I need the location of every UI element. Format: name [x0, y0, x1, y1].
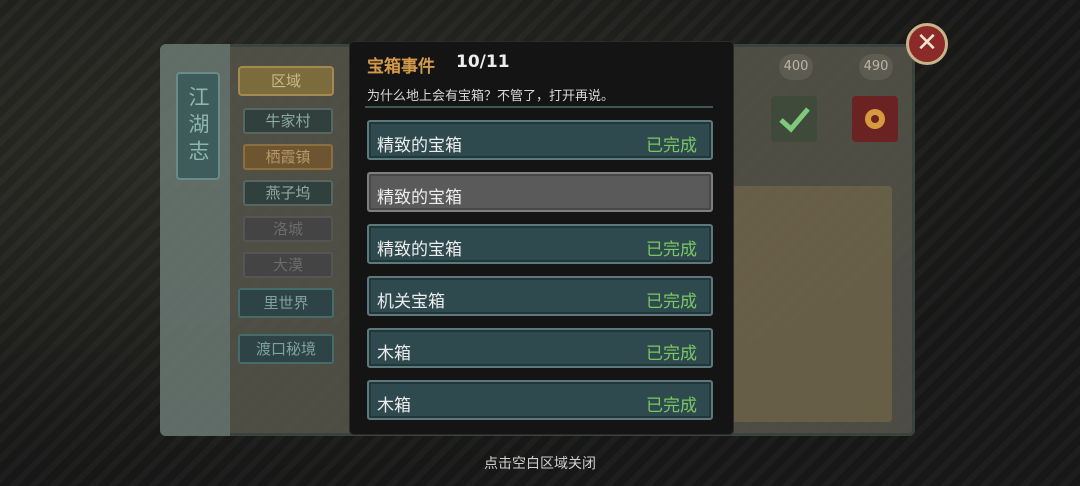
chest-event-modal: 宝箱事件 10/11 为什么地上会有宝箱？不管了，打开再说。 精致的宝箱 已完成… — [350, 42, 733, 434]
journal-title: 江湖志 — [176, 72, 220, 180]
reward-slot — [852, 96, 898, 142]
chest-status: 已完成 — [646, 396, 697, 416]
chest-name: 精致的宝箱 — [377, 188, 462, 208]
chest-status: 已完成 — [646, 136, 697, 156]
chest-row[interactable]: 木箱 已完成 — [367, 328, 713, 368]
chest-row[interactable]: 精致的宝箱 已完成 — [367, 224, 713, 264]
modal-title: 宝箱事件 — [367, 57, 435, 77]
chest-status: 已完成 — [646, 292, 697, 312]
chest-name: 精致的宝箱 — [377, 136, 462, 156]
close-icon: ✕ — [916, 28, 938, 58]
chest-name: 精致的宝箱 — [377, 240, 462, 260]
region-list: 区域 牛家村 栖霞镇 燕子坞 洛城 大漠 里世界 渡口秘境 — [238, 66, 334, 374]
chest-status: 已完成 — [646, 240, 697, 260]
progress-count: 10/11 — [456, 52, 510, 72]
chest-row[interactable]: 精致的宝箱 已完成 — [367, 120, 713, 160]
chest-row[interactable]: 机关宝箱 已完成 — [367, 276, 713, 316]
region-header: 区域 — [238, 66, 334, 96]
close-hint: 点击空白区域关闭 — [484, 456, 596, 472]
chest-name: 木箱 — [377, 344, 411, 364]
modal-description: 为什么地上会有宝箱？不管了，打开再说。 — [367, 89, 615, 104]
region-item[interactable]: 燕子坞 — [243, 180, 333, 206]
chest-name: 木箱 — [377, 396, 411, 416]
chest-name: 机关宝箱 — [377, 292, 445, 312]
score-badge: 490 — [859, 54, 893, 80]
region-item[interactable]: 栖霞镇 — [243, 144, 333, 170]
chest-row[interactable]: 木箱 已完成 — [367, 380, 713, 420]
chest-status: 已完成 — [646, 344, 697, 364]
reward-slot — [771, 96, 817, 142]
checkmark-icon — [779, 107, 810, 133]
divider — [365, 106, 713, 108]
region-item[interactable]: 洛城 — [243, 216, 333, 242]
region-item-special[interactable]: 渡口秘境 — [238, 334, 334, 364]
score-badge: 400 — [779, 54, 813, 80]
region-item[interactable]: 牛家村 — [243, 108, 333, 134]
region-item[interactable]: 大漠 — [243, 252, 333, 278]
region-map — [732, 186, 892, 422]
region-item-special[interactable]: 里世界 — [238, 288, 334, 318]
chest-row[interactable]: 精致的宝箱 — [367, 172, 713, 212]
close-button[interactable]: ✕ — [906, 23, 948, 65]
flower-icon — [865, 109, 885, 129]
